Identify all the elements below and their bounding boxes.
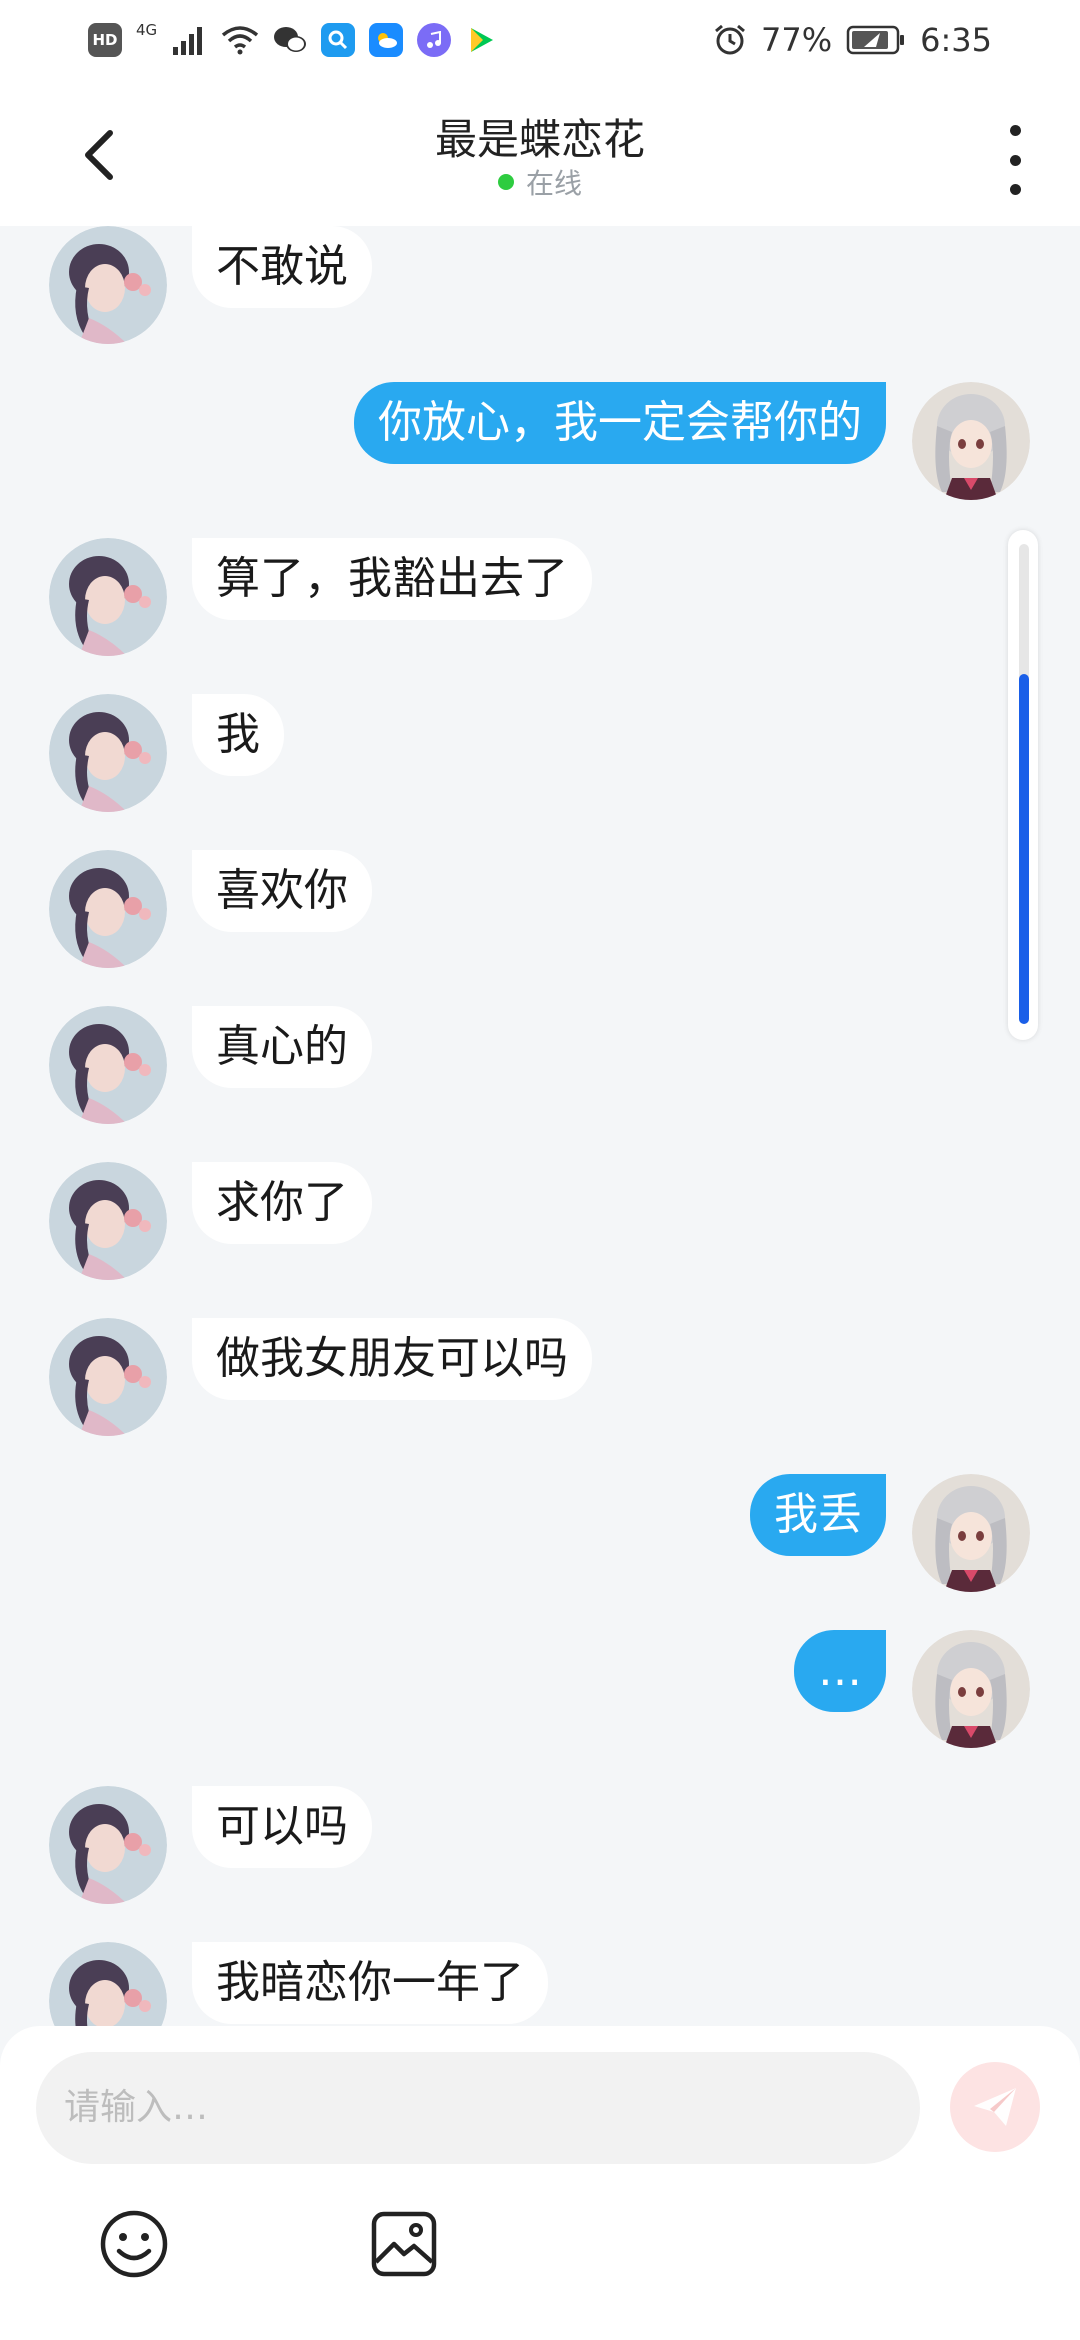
battery-percent: 77%: [761, 21, 833, 59]
network-type: 4G: [136, 21, 158, 39]
online-dot-icon: [497, 174, 514, 190]
battery-icon: [846, 25, 905, 55]
paper-plane-icon: [974, 2088, 1016, 2126]
signal-icon: [173, 27, 203, 55]
message-bubble[interactable]: 可以吗: [192, 1786, 372, 1868]
smiley-icon: [100, 2210, 168, 2278]
more-dot-icon: [1009, 184, 1021, 195]
message-bubble[interactable]: 算了，我豁出去了: [192, 538, 592, 620]
message-bubble[interactable]: 做我女朋友可以吗: [192, 1318, 592, 1400]
message-list[interactable]: 不敢说你放心，我一定会帮你的算了，我豁出去了我喜欢你真心的求你了做我女朋友可以吗…: [0, 226, 1080, 2026]
contact-avatar[interactable]: [49, 1006, 167, 1124]
message-bubble[interactable]: 我丢: [750, 1474, 886, 1556]
message-input[interactable]: 请输入…: [36, 2052, 920, 2164]
more-options-button[interactable]: [1000, 125, 1030, 195]
message-bubble[interactable]: 求你了: [192, 1162, 372, 1244]
status-bar-left: HD 4G: [88, 21, 495, 57]
scrollbar[interactable]: [1008, 530, 1038, 1040]
send-button[interactable]: [950, 2062, 1040, 2152]
message-bubble[interactable]: 喜欢你: [192, 850, 372, 932]
emoji-button[interactable]: [98, 2208, 170, 2280]
play-app-icon: [471, 28, 494, 52]
image-icon: [371, 2211, 437, 2277]
contact-avatar[interactable]: [49, 538, 167, 656]
scrollbar-thumb[interactable]: [1019, 673, 1029, 1024]
composer: 请输入…: [0, 2026, 1080, 2340]
message-bubble[interactable]: 我: [192, 694, 284, 776]
user-avatar[interactable]: [912, 1474, 1030, 1592]
message-bubble[interactable]: 不敢说: [192, 226, 372, 308]
weather-app-icon: [369, 23, 404, 57]
user-avatar[interactable]: [912, 1630, 1030, 1748]
contact-avatar[interactable]: [49, 850, 167, 968]
wechat-icon: [274, 27, 307, 52]
online-status: 在线: [0, 162, 1080, 202]
alarm-icon: [715, 24, 745, 55]
more-dot-icon: [1009, 154, 1021, 166]
music-app-icon: [417, 23, 452, 57]
chat-header: 最是蝶恋花 在线: [0, 80, 1080, 226]
message-bubble[interactable]: 你放心，我一定会帮你的: [354, 382, 886, 464]
wifi-icon: [222, 26, 259, 55]
page-title: 最是蝶恋花: [434, 115, 645, 164]
online-status-label: 在线: [525, 167, 582, 200]
message-bubble[interactable]: 真心的: [192, 1006, 372, 1088]
message-bubble[interactable]: 我暗恋你一年了: [192, 1942, 548, 2024]
more-dot-icon: [1009, 125, 1021, 136]
contact-avatar[interactable]: [49, 1786, 167, 1904]
clock: 6:35: [920, 21, 992, 59]
status-bar-right: 77% 6:35: [713, 21, 992, 59]
message-bubble[interactable]: …: [794, 1630, 886, 1712]
status-bar: HD 4G 77% 6:35: [0, 0, 1080, 80]
hd-badge: HD: [88, 23, 122, 57]
contact-avatar[interactable]: [49, 694, 167, 812]
contact-avatar[interactable]: [49, 1942, 167, 2026]
contact-avatar[interactable]: [49, 226, 167, 344]
search-app-icon: [321, 23, 356, 57]
image-button[interactable]: [368, 2208, 440, 2280]
contact-avatar[interactable]: [49, 1318, 167, 1436]
contact-avatar[interactable]: [49, 1162, 167, 1280]
user-avatar[interactable]: [912, 382, 1030, 500]
